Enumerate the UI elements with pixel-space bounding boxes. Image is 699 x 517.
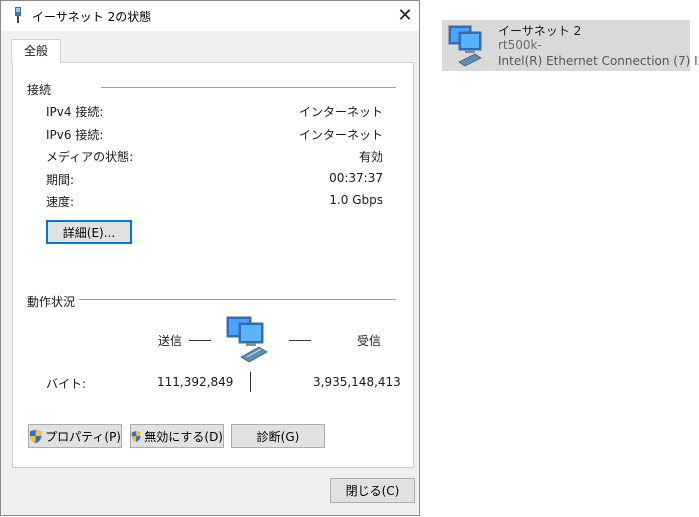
speed-value: 1.0 Gbps [329,193,383,207]
general-panel: 接続 IPv4 接続: インターネット IPv6 接続: インターネット メディ… [12,62,414,468]
disable-button-label: 無効にする(D) [144,429,223,444]
network-connection-item[interactable]: イーサネット 2 rt500k- Intel(R) Ethernet Conne… [442,20,699,71]
bytes-divider [250,372,251,392]
bytes-sent-value: 111,392,849 [157,375,234,389]
connection-network: rt500k- [498,38,542,52]
properties-button-label: プロパティ(P) [45,429,121,444]
disable-button[interactable]: 無効にする(D) [130,424,224,448]
received-dash [289,340,311,341]
ipv4-value: インターネット [298,105,383,119]
media-state-label: メディアの状態: [46,150,134,164]
speed-label: 速度: [46,195,75,209]
connection-adapter: Intel(R) Ethernet Connection (7) I2... [498,54,699,68]
ethernet-plug-icon [15,7,21,23]
duration-value: 00:37:37 [329,171,383,185]
diagnose-button[interactable]: 診断(G) [231,424,325,448]
bytes-received-value: 3,935,148,413 [313,375,401,389]
activity-group-line [75,299,396,300]
bytes-label: バイト: [46,377,87,391]
network-activity-icon [226,316,268,363]
title-bar: イーサネット 2の状態 ✕ [1,1,419,31]
uac-shield-icon [131,430,141,442]
received-label: 受信 [357,334,382,348]
connection-group-line [101,87,396,88]
close-button[interactable]: 閉じる(C) [330,478,415,503]
ethernet-status-dialog: イーサネット 2の状態 ✕ 全般 接続 IPv4 接続: インターネット IPv… [0,0,420,516]
background-toolbar [420,0,699,6]
ipv4-label: IPv4 接続: [46,105,104,119]
sent-dash [189,340,211,341]
tab-general[interactable]: 全般 [11,39,61,63]
network-computers-icon [448,25,482,67]
activity-group-title: 動作状況 [27,293,80,310]
ipv6-value: インターネット [298,128,383,142]
details-button[interactable]: 詳細(E)... [46,220,132,244]
sent-label: 送信 [158,334,183,348]
media-state-value: 有効 [358,150,383,164]
duration-label: 期間: [46,173,75,187]
uac-shield-icon [29,428,42,444]
connection-group-title: 接続 [27,81,56,98]
ipv6-label: IPv6 接続: [46,128,104,142]
properties-button[interactable]: プロパティ(P) [28,424,122,448]
connection-name: イーサネット 2 [498,24,582,38]
dialog-title: イーサネット 2の状態 [32,10,152,24]
close-icon[interactable]: ✕ [393,5,417,27]
